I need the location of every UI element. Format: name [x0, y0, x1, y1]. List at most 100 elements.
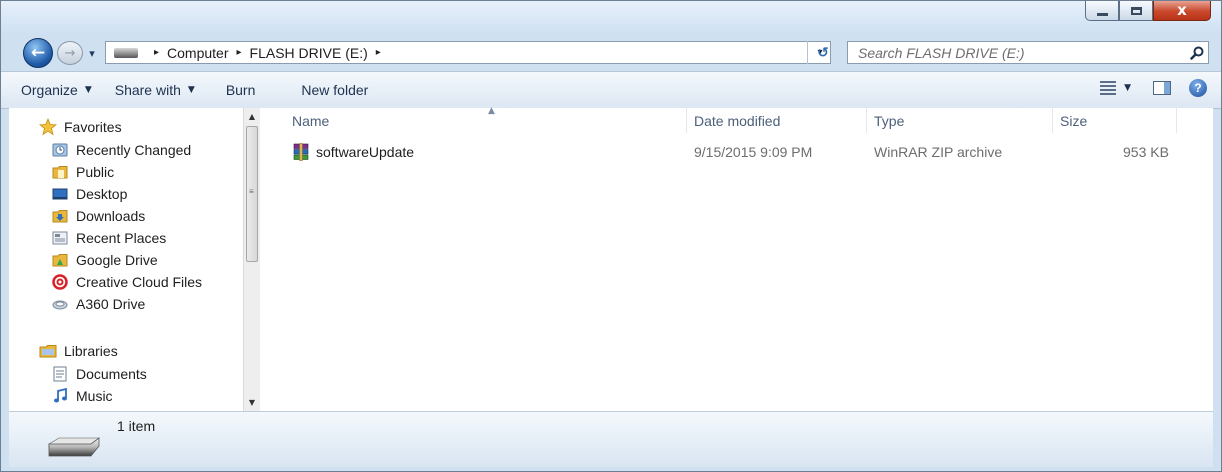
search-icon[interactable]: [1186, 43, 1208, 63]
sidebar-item-recently-changed[interactable]: Recently Changed: [51, 139, 191, 161]
sidebar-item-label: Desktop: [76, 186, 128, 202]
column-header-label: Size: [1060, 112, 1088, 129]
burn-label: Burn: [225, 82, 256, 98]
column-header-label: Type: [874, 112, 905, 129]
sidebar-item-recent-places[interactable]: Recent Places: [51, 227, 166, 249]
navigation-pane: Favorites Recently Changed Public Deskto…: [9, 108, 261, 411]
file-size-cell: 953 KB: [1123, 144, 1169, 160]
pane-splitter[interactable]: [261, 108, 273, 411]
breadcrumb-separator-icon[interactable]: ▸: [376, 47, 381, 58]
sidebar-item-downloads[interactable]: Downloads: [51, 205, 145, 227]
winrar-archive-icon: [292, 143, 310, 161]
sidebar-group-favorites[interactable]: Favorites: [39, 116, 122, 138]
file-name-cell[interactable]: softwareUpdate: [292, 141, 414, 163]
sidebar-group-libraries[interactable]: Libraries: [39, 340, 118, 362]
scroll-down-arrow-icon[interactable]: ▼: [244, 394, 260, 411]
chevron-down-icon: ▼: [187, 85, 195, 95]
recent-pages-button[interactable]: ▾: [84, 45, 100, 61]
refresh-icon: ↺: [817, 44, 829, 61]
forward-button[interactable]: →: [57, 41, 83, 65]
usb-drive-icon: [47, 434, 101, 463]
organize-label: Organize: [21, 82, 78, 98]
chevron-down-icon[interactable]: ▼: [1124, 83, 1131, 93]
burn-button[interactable]: Burn: [226, 82, 256, 98]
file-type-cell: WinRAR ZIP archive: [874, 144, 1003, 160]
sidebar-item-creative-cloud[interactable]: Creative Cloud Files: [51, 271, 202, 293]
sidebar-item-music[interactable]: Music: [51, 385, 113, 407]
star-icon: [39, 118, 57, 136]
libraries-header: Libraries: [64, 343, 118, 359]
sidebar-item-label: Music: [76, 388, 113, 404]
column-header-date-modified[interactable]: Date modified: [687, 108, 867, 133]
column-header-type[interactable]: Type: [867, 108, 1053, 133]
minimize-button[interactable]: [1085, 1, 1119, 21]
table-row[interactable]: softwareUpdate 9/15/2015 9:09 PM WinRAR …: [285, 141, 1195, 163]
breadcrumb-flash-drive[interactable]: FLASH DRIVE (E:): [250, 45, 368, 61]
forward-arrow-icon: →: [64, 45, 76, 61]
google-drive-icon: [51, 251, 69, 269]
scrollbar-thumb[interactable]: ≡: [246, 126, 258, 262]
breadcrumb-computer[interactable]: Computer: [167, 45, 228, 61]
documents-icon: [51, 365, 69, 383]
sidebar-item-google-drive[interactable]: Google Drive: [51, 249, 158, 271]
breadcrumb-separator-icon[interactable]: ▸: [154, 47, 159, 58]
scroll-up-arrow-icon[interactable]: ▲: [244, 108, 260, 125]
sidebar-item-public[interactable]: Public: [51, 161, 114, 183]
sidebar-item-label: Downloads: [76, 208, 146, 224]
libraries-icon: [39, 342, 57, 360]
file-date-cell: 9/15/2015 9:09 PM: [694, 144, 813, 160]
sidebar-item-label: Public: [76, 164, 115, 180]
sort-ascending-icon: ▲: [488, 106, 495, 116]
help-icon[interactable]: ?: [1189, 79, 1207, 97]
minimize-icon: [1096, 12, 1108, 16]
column-header-row: Name ▲ Date modified Type Size: [273, 106, 1213, 133]
back-button[interactable]: ←: [23, 38, 53, 68]
column-header-name[interactable]: Name ▲: [285, 106, 687, 133]
new-folder-button[interactable]: New folder: [301, 82, 368, 98]
recent-changes-icon: [51, 141, 69, 159]
refresh-button[interactable]: ↺: [807, 41, 838, 64]
navigation-scrollbar[interactable]: ▲ ≡ ▼: [243, 108, 260, 411]
new-folder-label: New folder: [301, 82, 369, 98]
preview-pane-icon[interactable]: [1153, 81, 1171, 95]
address-bar[interactable]: ▸ Computer ▸ FLASH DRIVE (E:) ▸ ▾: [105, 41, 831, 64]
organize-menu[interactable]: Organize ▼: [21, 82, 92, 98]
window-controls: x: [1085, 1, 1211, 21]
drive-icon: [114, 47, 138, 58]
sidebar-item-label: Google Drive: [76, 252, 158, 268]
search-box[interactable]: [847, 41, 1209, 64]
sidebar-item-label: Recent Places: [76, 230, 167, 246]
help-glyph: ?: [1194, 81, 1202, 95]
downloads-folder-icon: [51, 207, 69, 225]
close-icon: x: [1177, 1, 1187, 19]
back-arrow-icon: ←: [30, 43, 46, 63]
sidebar-item-label: Recently Changed: [76, 142, 192, 158]
chevron-down-icon: ▾: [89, 47, 95, 60]
command-toolbar: Organize ▼ Share with ▼ Burn New folder …: [1, 71, 1221, 109]
column-header-size[interactable]: Size: [1053, 108, 1177, 133]
chevron-down-icon: ▼: [84, 85, 92, 95]
details-pane: 1 item: [9, 411, 1213, 467]
share-with-menu[interactable]: Share with ▼: [115, 82, 195, 98]
sidebar-item-label: A360 Drive: [76, 296, 146, 312]
sidebar-item-documents[interactable]: Documents: [51, 363, 147, 385]
file-list: Name ▲ Date modified Type Size softwareU…: [273, 106, 1213, 411]
address-row: ← → ▾ ▸ Computer ▸ FLASH DRIVE (E:) ▸ ▾ …: [1, 33, 1221, 69]
sidebar-item-a360-drive[interactable]: A360 Drive: [51, 293, 145, 315]
maximize-button[interactable]: [1119, 1, 1153, 21]
search-input[interactable]: [856, 42, 1186, 63]
change-view-icon[interactable]: [1100, 81, 1117, 95]
close-button[interactable]: x: [1153, 1, 1211, 21]
explorer-window: x ← → ▾ ▸ Computer ▸ FLASH DRIVE (E:) ▸ …: [0, 0, 1222, 472]
scrollbar-grip-icon: ≡: [249, 187, 254, 196]
music-icon: [51, 387, 69, 405]
a360-drive-icon: [51, 295, 69, 313]
sidebar-item-label: Creative Cloud Files: [76, 274, 203, 290]
favorites-header: Favorites: [64, 119, 122, 135]
title-bar[interactable]: x: [1, 1, 1221, 33]
sidebar-item-desktop[interactable]: Desktop: [51, 183, 127, 205]
column-header-label: Name: [292, 112, 330, 129]
share-with-label: Share with: [114, 82, 181, 98]
toolbar-right: ▼ ?: [1100, 79, 1207, 97]
breadcrumb-separator-icon[interactable]: ▸: [237, 47, 242, 58]
